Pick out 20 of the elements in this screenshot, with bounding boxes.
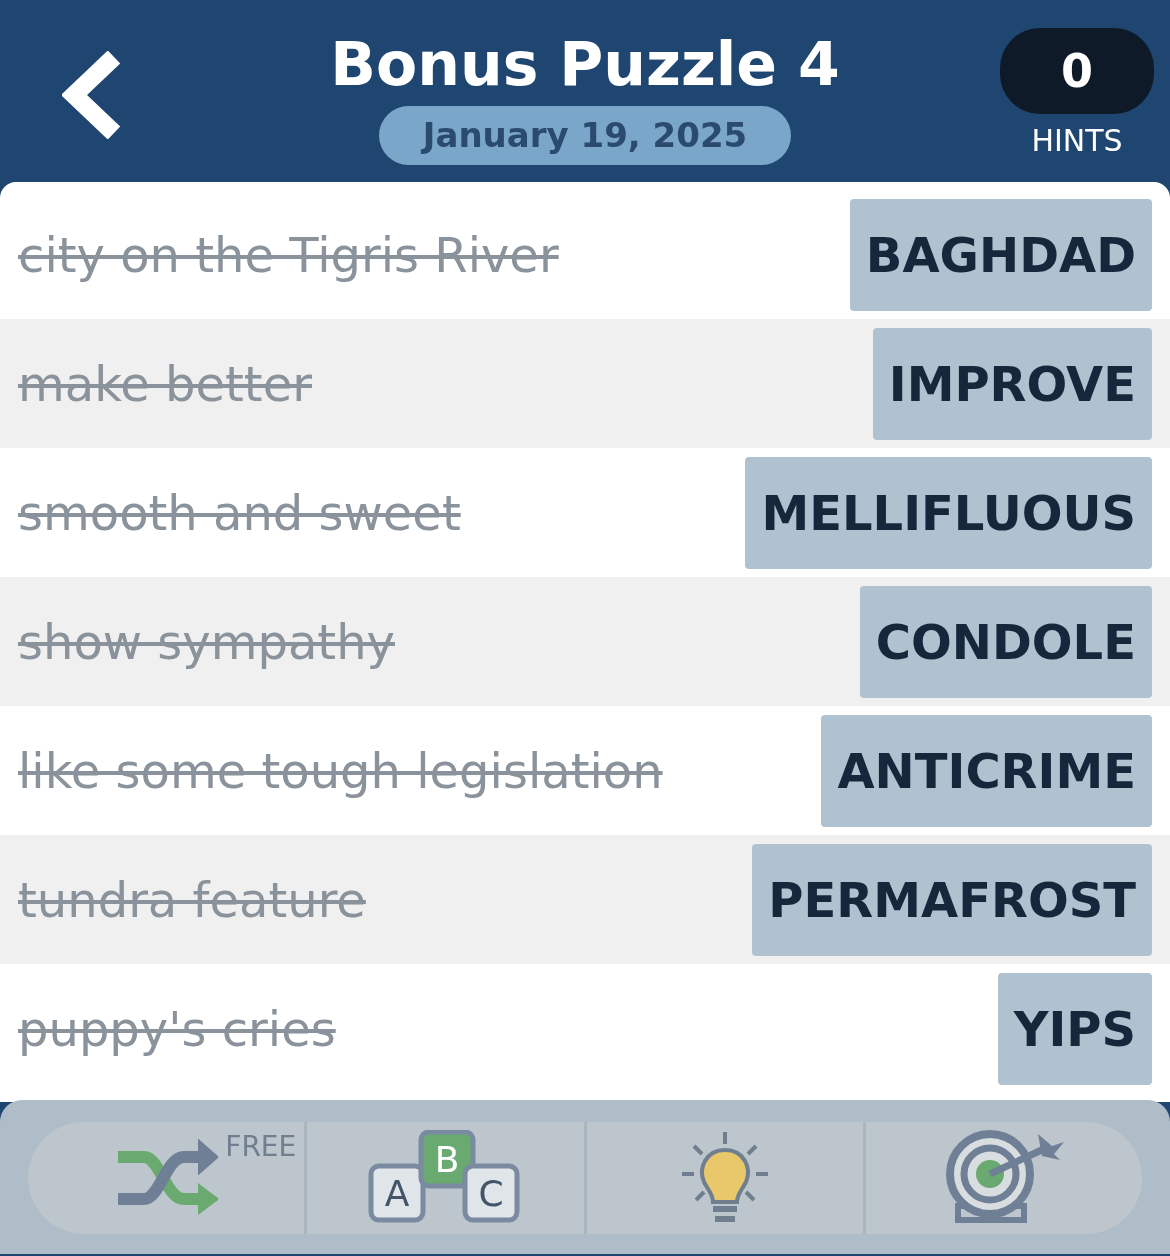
answer-tile: CONDOLE (859, 585, 1152, 698)
clue-text: make better (18, 354, 312, 414)
clue-text: smooth and sweet (18, 483, 461, 543)
hint-count[interactable]: 0 (1000, 28, 1154, 114)
puzzle-title: Bonus Puzzle 4 (330, 34, 840, 94)
letters-button[interactable]: A B C (304, 1122, 584, 1234)
clue-text: puppy's cries (18, 999, 336, 1059)
clue-text: tundra feature (18, 870, 366, 930)
hints-label: HINTS (1030, 122, 1124, 160)
clue-text: like some tough legislation (18, 741, 663, 801)
answer-tile: IMPROVE (872, 327, 1152, 440)
puzzle-date: January 19, 2025 (378, 106, 792, 165)
answer-tile: BAGHDAD (849, 198, 1152, 311)
clue-text: city on the Tigris River (18, 225, 559, 285)
answer-tile: MELLIFLUOUS (745, 456, 1152, 569)
answer-tile: PERMAFROST (752, 843, 1152, 956)
answer-tile: ANTICRIME (821, 714, 1152, 827)
clue-text: show sympathy (18, 612, 395, 672)
answer-tile: YIPS (997, 972, 1152, 1085)
free-label: FREE (225, 1129, 297, 1165)
